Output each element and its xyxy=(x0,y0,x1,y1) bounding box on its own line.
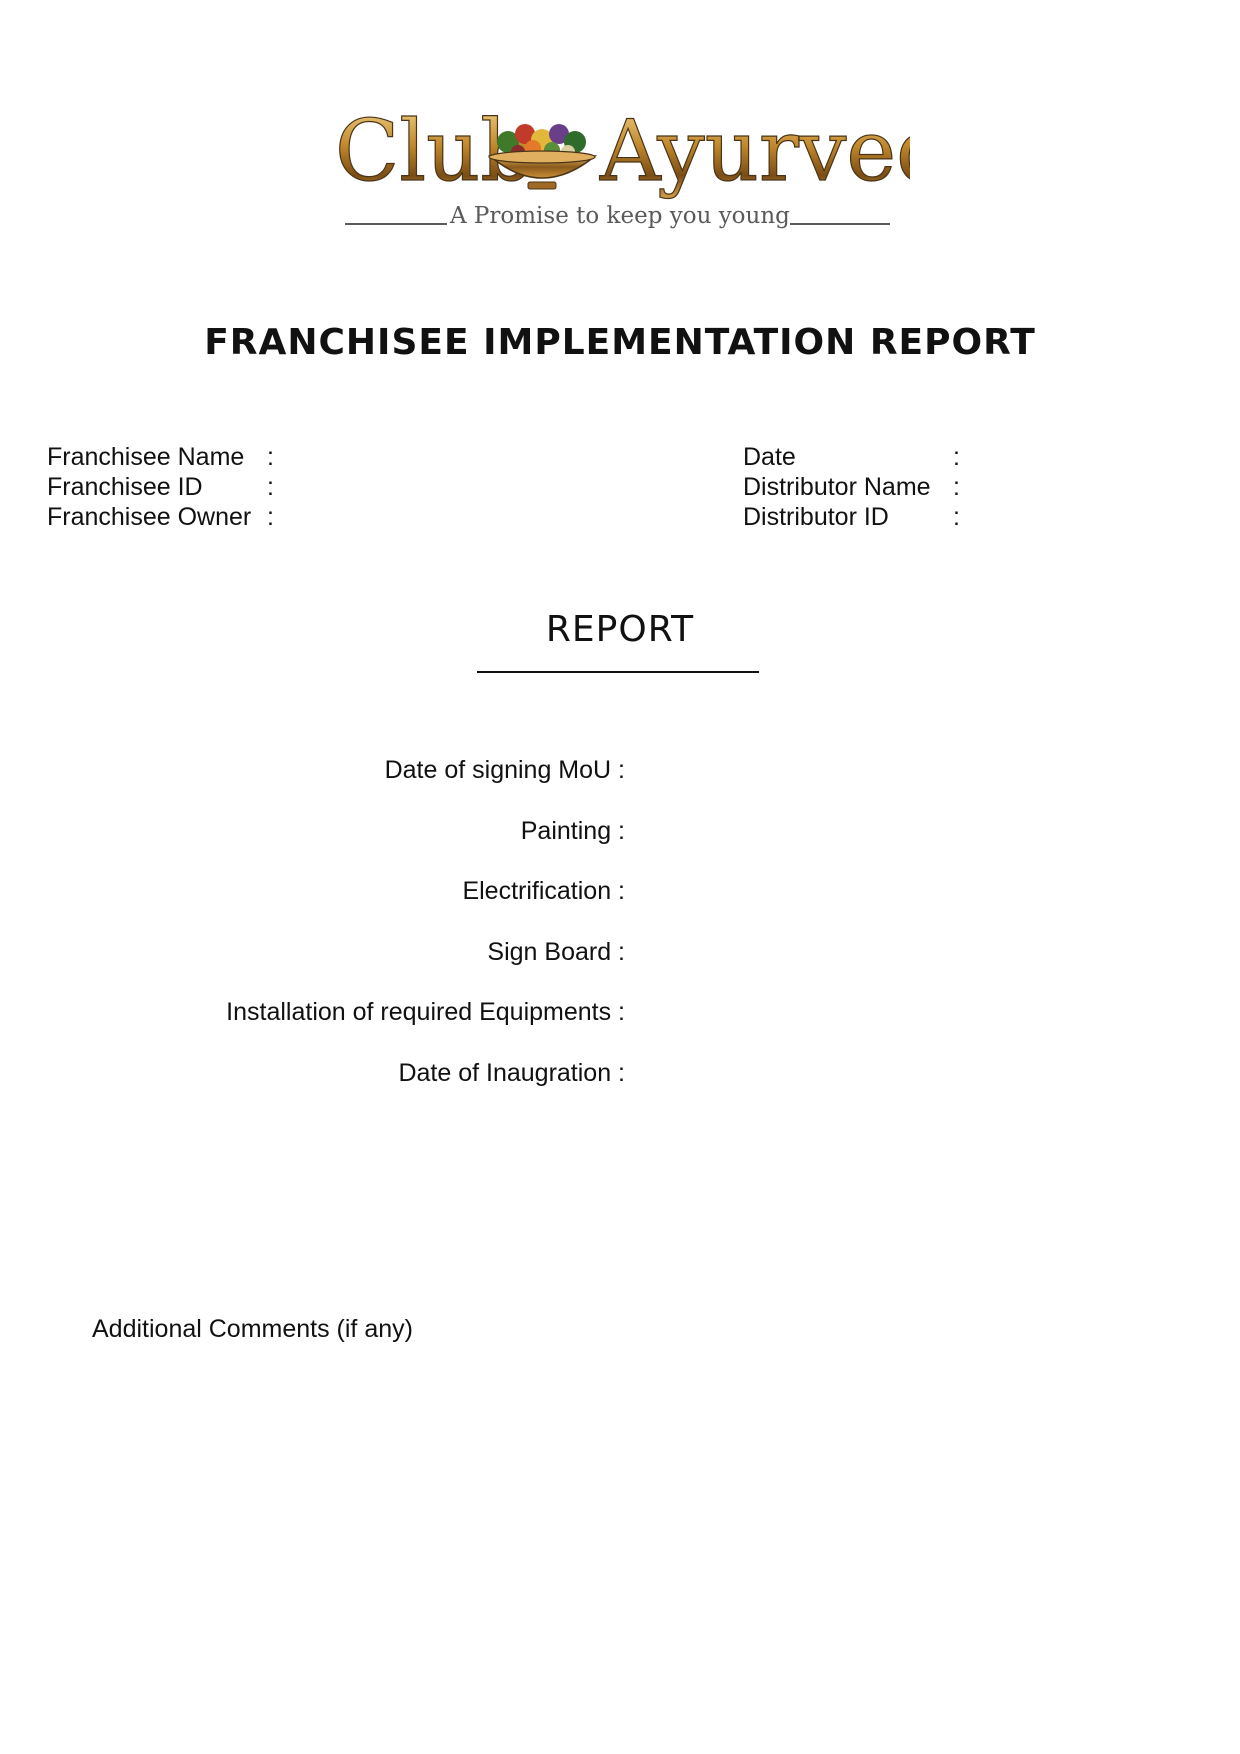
report-heading-underline xyxy=(477,671,759,673)
report-item-sign-board: Sign Board : xyxy=(487,937,625,966)
date-row: Date : xyxy=(743,442,960,472)
franchisee-owner-label: Franchisee Owner xyxy=(47,503,252,531)
franchisee-name-row: Franchisee Name : xyxy=(47,442,274,472)
report-item-equipment-installation: Installation of required Equipments : xyxy=(226,998,625,1026)
distributor-name-row: Distributor Name : xyxy=(743,472,960,502)
distributor-name-label: Distributor Name xyxy=(743,473,931,501)
franchisee-name-label: Franchisee Name xyxy=(47,443,245,471)
club-ayurveda-logo: Club Ayurveda A Promise to keep you youn… xyxy=(330,90,910,250)
additional-comments-label: Additional Comments (if any) xyxy=(92,1315,413,1343)
date-label: Date xyxy=(743,443,796,471)
distributor-info: Date : Distributor Name : Distributor ID… xyxy=(743,442,960,532)
report-item-mou-date: Date of signing MoU : xyxy=(384,756,625,784)
franchisee-owner-row: Franchisee Owner : xyxy=(47,502,274,532)
report-item-painting: Painting : xyxy=(520,816,625,845)
logo-tagline: A Promise to keep you young xyxy=(449,203,790,229)
report-heading: REPORT xyxy=(545,609,695,650)
distributor-name-colon: : xyxy=(953,473,960,501)
logo-brand-right: Ayurveda xyxy=(599,102,910,200)
report-item-inauguration-date: Date of Inaugration : xyxy=(398,1058,625,1087)
date-colon: : xyxy=(953,443,960,471)
distributor-id-colon: : xyxy=(953,503,960,531)
franchisee-id-colon: : xyxy=(267,473,274,501)
document-title: FRANCHISEE IMPLEMENTATION REPORT xyxy=(204,322,1036,363)
franchisee-id-label: Franchisee ID xyxy=(47,473,203,501)
franchisee-id-row: Franchisee ID : xyxy=(47,472,274,502)
report-items: Date of signing MoU : Painting : Electri… xyxy=(100,752,625,1115)
franchisee-name-colon: : xyxy=(267,443,274,471)
report-item-electrification: Electrification : xyxy=(462,877,625,905)
franchisee-info: Franchisee Name : Franchisee ID : Franch… xyxy=(47,442,274,532)
distributor-id-row: Distributor ID : xyxy=(743,502,960,532)
franchisee-owner-colon: : xyxy=(267,503,274,531)
distributor-id-label: Distributor ID xyxy=(743,503,889,531)
